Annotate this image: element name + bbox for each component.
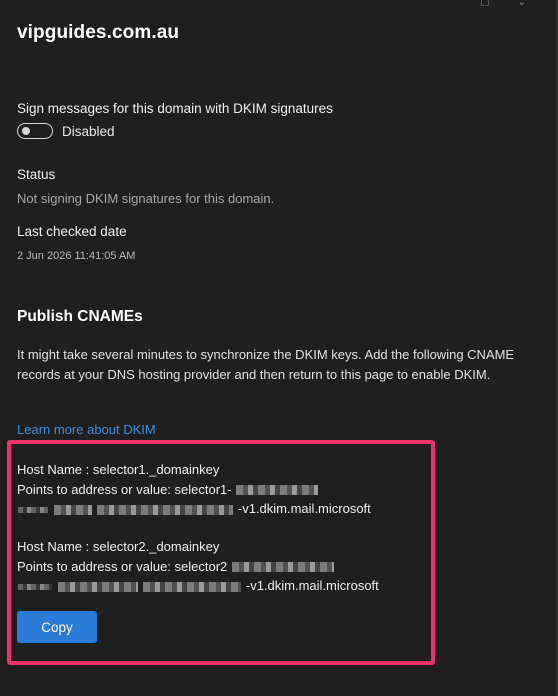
window-controls: ▢ ⌄ (480, 0, 526, 6)
maximize-icon[interactable]: ▢ (480, 0, 489, 6)
redacted-value (231, 562, 334, 573)
dkim-toggle-row: Disabled (17, 123, 115, 139)
host-name-1: Host Name : selector1._domainkey (17, 462, 220, 477)
points-to-2: Points to address or value: selector2 (17, 557, 379, 577)
last-checked-label: Last checked date (17, 224, 127, 239)
chevron-down-icon[interactable]: ⌄ (518, 0, 526, 6)
points-to-1-prefix: Points to address or value: selector1- (17, 481, 232, 497)
redacted-value (18, 506, 48, 513)
redacted-value (53, 504, 92, 515)
cname-record-1: Host Name : selector1._domainkey Points … (17, 460, 371, 519)
status-label: Status (17, 167, 56, 182)
toggle-state-label: Disabled (62, 123, 115, 139)
points-to-1-suffix: -v1.dkim.mail.microsoft (237, 501, 371, 516)
redacted-value (57, 581, 138, 592)
learn-more-link[interactable]: Learn more about DKIM (17, 422, 156, 437)
redacted-value (143, 581, 242, 592)
points-to-2-prefix: Points to address or value: selector2 (17, 558, 228, 574)
host-name-2: Host Name : selector2._domainkey (17, 539, 220, 554)
dkim-sign-label: Sign messages for this domain with DKIM … (17, 101, 333, 116)
dkim-toggle[interactable] (17, 123, 53, 139)
cname-record-2: Host Name : selector2._domainkey Points … (17, 537, 379, 596)
last-checked-value: 2 Jun 2026 11:41:05 AM (17, 250, 136, 262)
publish-cnames-heading: Publish CNAMEs (17, 308, 143, 325)
points-to-1-cont: -v1.dkim.mail.microsoft (17, 499, 371, 519)
redacted-value (236, 485, 319, 496)
toggle-knob (22, 127, 30, 135)
page-title: vipguides.com.au (17, 22, 180, 43)
redacted-value (18, 583, 52, 590)
dkim-panel: ▢ ⌄ vipguides.com.au Sign messages for t… (0, 0, 558, 696)
points-to-1: Points to address or value: selector1- (17, 480, 371, 500)
points-to-2-cont: -v1.dkim.mail.microsoft (17, 576, 379, 596)
publish-description: It might take several minutes to synchro… (17, 347, 515, 382)
redacted-value (97, 504, 234, 515)
copy-button[interactable]: Copy (17, 611, 97, 643)
points-to-2-suffix: -v1.dkim.mail.microsoft (245, 578, 379, 593)
status-value: Not signing DKIM signatures for this dom… (17, 191, 275, 206)
